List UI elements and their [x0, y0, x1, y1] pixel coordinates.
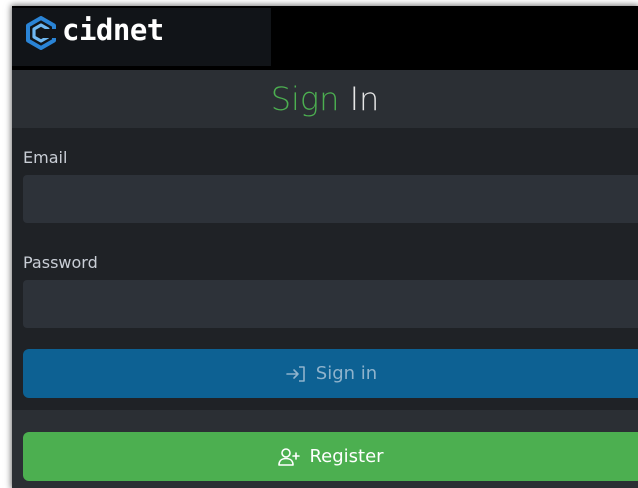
- brand-name: cidnet: [62, 13, 164, 47]
- register-label: Register: [309, 446, 384, 467]
- sign-in-arrow-icon: [285, 365, 305, 382]
- sign-in-button[interactable]: Sign in: [23, 349, 638, 398]
- register-button[interactable]: Register: [23, 432, 638, 481]
- password-field[interactable]: [23, 280, 638, 328]
- email-field[interactable]: [23, 175, 638, 223]
- login-form: Email Password Sign in: [12, 128, 638, 410]
- title-in: In: [349, 80, 380, 118]
- email-label: Email: [23, 148, 68, 167]
- brand-logo[interactable]: cidnet: [12, 8, 271, 66]
- person-add-icon: [278, 447, 301, 466]
- top-bar: cidnet: [12, 6, 638, 70]
- page-title: Sign In: [12, 70, 638, 128]
- sign-in-label: Sign in: [315, 363, 378, 384]
- title-sign: Sign: [270, 80, 340, 118]
- app-window: cidnet Sign In Email Password Sign in Re…: [12, 6, 638, 488]
- register-section: Register: [12, 410, 638, 488]
- cidnet-logo-icon: [26, 16, 57, 50]
- password-label: Password: [23, 253, 98, 272]
